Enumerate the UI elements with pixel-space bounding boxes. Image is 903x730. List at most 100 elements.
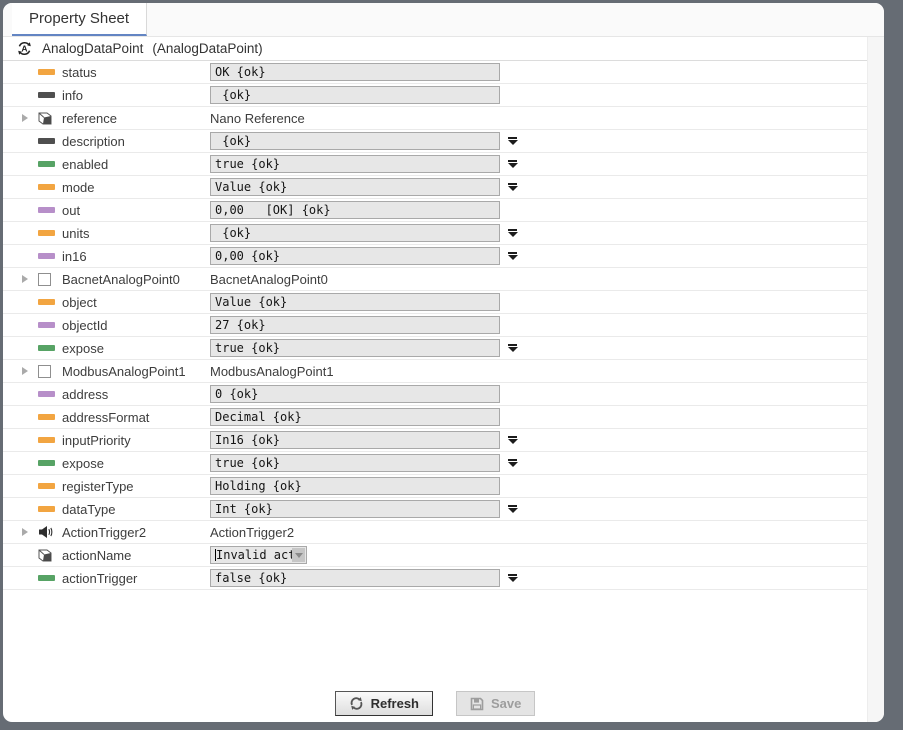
value-field[interactable]: true {ok} — [210, 155, 500, 173]
scrollbar-track[interactable] — [867, 37, 884, 722]
dropdown-icon[interactable] — [507, 229, 518, 237]
value-field[interactable]: {ok} — [210, 132, 500, 150]
component-name: AnalogDataPoint — [42, 41, 143, 56]
dropdown-icon[interactable] — [507, 436, 518, 444]
property-row: enabled true {ok} — [3, 153, 867, 176]
refresh-label: Refresh — [371, 696, 419, 711]
property-row: actionName Invalid act — [3, 544, 867, 567]
property-row: address 0 {ok} — [3, 383, 867, 406]
orange-dash-icon — [38, 184, 55, 190]
value-field[interactable]: Int {ok} — [210, 500, 500, 518]
property-row: BacnetAnalogPoint0 BacnetAnalogPoint0 — [3, 268, 867, 291]
dropdown-icon[interactable] — [507, 183, 518, 191]
dropdown-icon[interactable] — [507, 344, 518, 352]
value-field[interactable]: OK {ok} — [210, 63, 500, 81]
property-row: ModbusAnalogPoint1 ModbusAnalogPoint1 — [3, 360, 867, 383]
expander-icon[interactable] — [22, 367, 38, 375]
property-label: expose — [62, 341, 104, 356]
gray-dash-icon — [38, 92, 55, 98]
value-field[interactable]: Decimal {ok} — [210, 408, 500, 426]
property-label: BacnetAnalogPoint0 — [62, 272, 180, 287]
value-field[interactable]: 0,00 [OK] {ok} — [210, 201, 500, 219]
combo-value: Invalid act — [216, 548, 295, 562]
expander-icon[interactable] — [22, 114, 38, 122]
dropdown-icon[interactable] — [507, 252, 518, 260]
gray-dash-icon — [38, 138, 55, 144]
dropdown-icon[interactable] — [507, 505, 518, 513]
chevron-down-icon — [295, 553, 303, 558]
property-row-value: Value {ok} — [210, 178, 518, 196]
property-row-left: description — [3, 134, 210, 149]
value-field[interactable]: true {ok} — [210, 454, 500, 472]
property-label: mode — [62, 180, 95, 195]
value-field[interactable]: {ok} — [210, 224, 500, 242]
value-text: ActionTrigger2 — [210, 525, 294, 540]
property-row-left: addressFormat — [3, 410, 210, 425]
tab-bar: Property Sheet — [3, 3, 884, 37]
square-icon — [38, 273, 51, 286]
green-dash-icon — [38, 575, 55, 581]
save-button[interactable]: Save — [456, 691, 535, 716]
refresh-button[interactable]: Refresh — [335, 691, 433, 716]
property-row-left: in16 — [3, 249, 210, 264]
property-row: expose true {ok} — [3, 452, 867, 475]
expander-icon[interactable] — [22, 528, 38, 536]
megaphone-icon — [38, 525, 53, 539]
property-row-left: reference — [3, 111, 210, 126]
dropdown-icon[interactable] — [507, 137, 518, 145]
orange-dash-icon — [38, 506, 55, 512]
property-row-value: Holding {ok} — [210, 477, 500, 495]
property-row-value: BacnetAnalogPoint0 — [210, 272, 328, 287]
tab-property-sheet[interactable]: Property Sheet — [12, 3, 147, 36]
value-field[interactable]: false {ok} — [210, 569, 500, 587]
property-row-value: {ok} — [210, 132, 518, 150]
property-row: ActionTrigger2 ActionTrigger2 — [3, 521, 867, 544]
value-field[interactable]: 27 {ok} — [210, 316, 500, 334]
dropdown-icon[interactable] — [507, 160, 518, 168]
property-row: out 0,00 [OK] {ok} — [3, 199, 867, 222]
purple-dash-icon — [38, 391, 55, 397]
value-text: ModbusAnalogPoint1 — [210, 364, 334, 379]
save-label: Save — [491, 696, 521, 711]
property-row-left: enabled — [3, 157, 210, 172]
property-label: ModbusAnalogPoint1 — [62, 364, 186, 379]
value-field[interactable]: {ok} — [210, 86, 500, 104]
property-label: status — [62, 65, 97, 80]
property-row: info {ok} — [3, 84, 867, 107]
orange-dash-icon — [38, 437, 55, 443]
property-row: status OK {ok} — [3, 61, 867, 84]
expander-icon[interactable] — [22, 275, 38, 283]
property-label: units — [62, 226, 89, 241]
property-label: address — [62, 387, 108, 402]
footer-bar: Refresh Save — [3, 691, 867, 722]
value-field[interactable]: Value {ok} — [210, 178, 500, 196]
property-row-left: expose — [3, 341, 210, 356]
property-label: objectId — [62, 318, 108, 333]
value-field[interactable]: In16 {ok} — [210, 431, 500, 449]
property-label: reference — [62, 111, 117, 126]
combo-dropdown-button[interactable] — [292, 548, 305, 562]
action-name-combobox[interactable]: Invalid act — [210, 546, 307, 564]
dropdown-icon[interactable] — [507, 574, 518, 582]
property-rows: status OK {ok} info {ok} reference Nano … — [3, 61, 867, 590]
green-dash-icon — [38, 161, 55, 167]
value-field[interactable]: Holding {ok} — [210, 477, 500, 495]
property-row: object Value {ok} — [3, 291, 867, 314]
dropdown-icon[interactable] — [507, 459, 518, 467]
value-field[interactable]: 0,00 {ok} — [210, 247, 500, 265]
value-field[interactable]: Value {ok} — [210, 293, 500, 311]
property-label: info — [62, 88, 83, 103]
property-row-value: true {ok} — [210, 155, 518, 173]
value-field[interactable]: true {ok} — [210, 339, 500, 357]
property-label: addressFormat — [62, 410, 149, 425]
refresh-icon — [349, 696, 364, 711]
property-row-left: actionTrigger — [3, 571, 210, 586]
property-row-left: BacnetAnalogPoint0 — [3, 272, 210, 287]
cube-icon — [38, 548, 52, 562]
green-dash-icon — [38, 345, 55, 351]
property-row-value: In16 {ok} — [210, 431, 518, 449]
property-row-value: Nano Reference — [210, 111, 305, 126]
value-field[interactable]: 0 {ok} — [210, 385, 500, 403]
property-row: dataType Int {ok} — [3, 498, 867, 521]
component-type: (AnalogDataPoint) — [152, 41, 262, 56]
